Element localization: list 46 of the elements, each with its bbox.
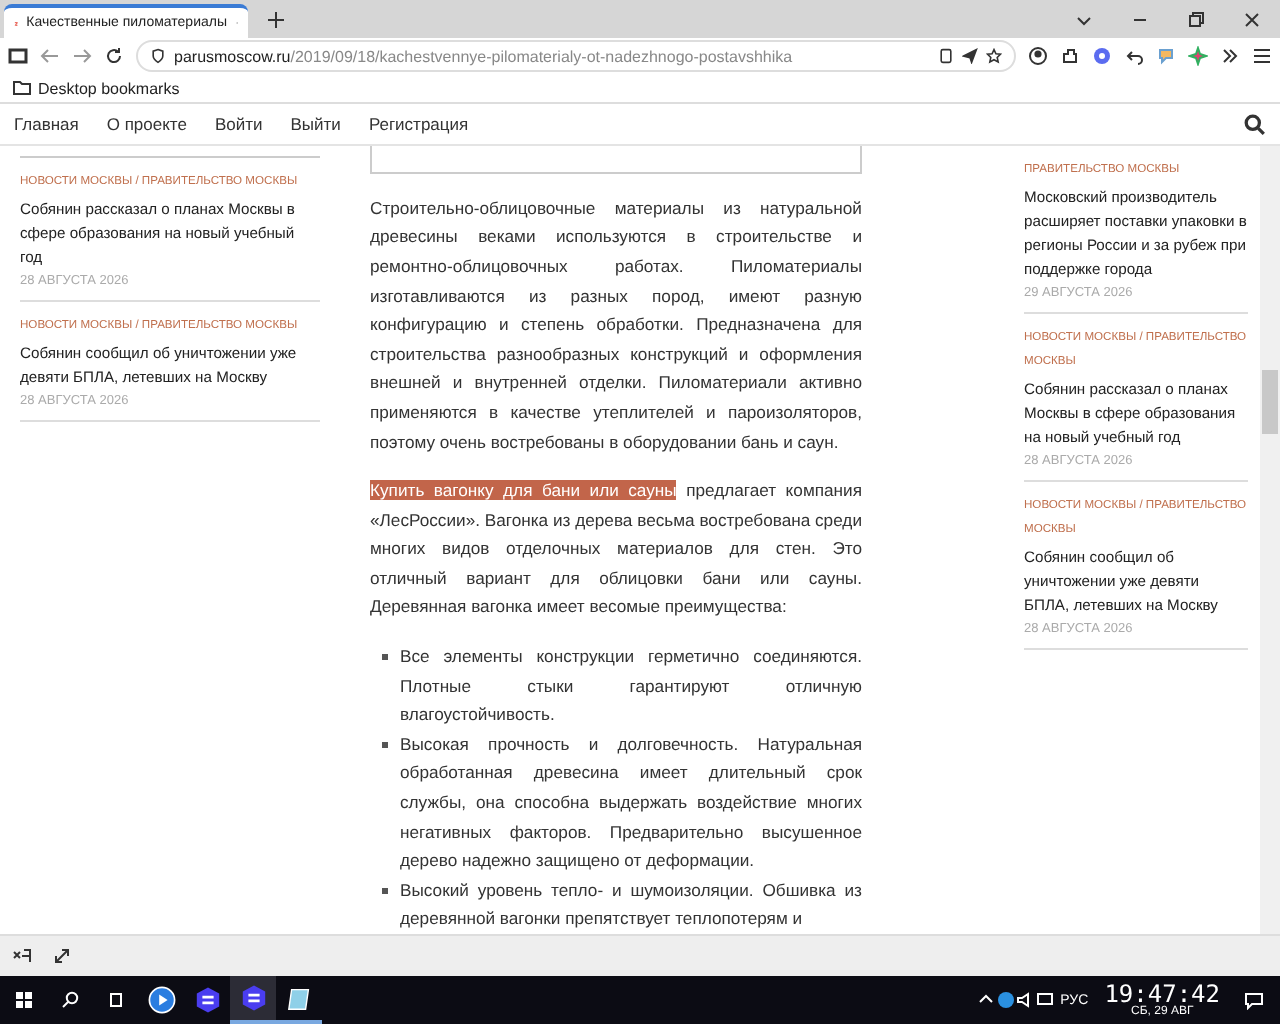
nav-link[interactable]: Регистрация [354,114,483,134]
sidebar-icon[interactable] [8,46,28,66]
article-link[interactable]: Купить вагонку для бани или сауны [370,480,677,501]
notification-icon[interactable] [1244,990,1264,1010]
expand-icon[interactable] [52,946,72,966]
back-icon[interactable] [40,46,60,66]
list-item: Высокая прочность и долговечность. Натуральная обработанная древесина имеет длительный срок службы, она способна выдержать воздействие многих негативных факторов. Предварительно высушенное дерево надежно защищено от деформации. [370,729,862,876]
address-bar[interactable]: parusmoscow.ru/2019/09/18/kachestvennye-pilomaterialy-ot-nadezhnogo-postavshhika [136,40,1016,72]
taskbar-app[interactable] [230,976,276,1024]
screenshot-icon[interactable] [12,946,32,966]
scrollbar[interactable] [1260,146,1280,934]
task-view-icon[interactable] [105,990,125,1010]
tray-app-icon[interactable] [996,990,1017,1010]
article-paragraph: Строительно-облицовочные материалы из натуральной древесины веками используются в строительстве и ремонтно-облицовочных работах. Пиломатериалы изготавливаются из разных пород, имеют разную конфигурацию и степень обработки. Предназначена для строительства разнообразных конструкций и оформления внешней и внутренней отделки. Пиломатериали активно применяются в качестве утеплителей и пароизоляторов, поэтому очень востребованы в оборудовании бань и саун. [370,195,862,456]
network-icon[interactable] [1036,990,1057,1010]
more-tools-icon[interactable] [1220,46,1240,66]
star-icon[interactable] [986,48,1002,64]
reload-icon[interactable] [104,46,124,66]
windows-icon[interactable] [13,990,33,1010]
nav-link[interactable]: Выйти [276,114,355,134]
bookmark-folder[interactable]: Desktop bookmarks [38,79,180,97]
search-icon[interactable] [1244,113,1266,135]
list-item: Высокий уровень тепло- и шумоизоляции. Обшивка из деревянной вагонки препятствует теплопотерям и [370,875,862,934]
list-item: Все элементы конструкции герметично соединяются. Плотные стыки гарантируют отличную влагоустойчивость. [370,642,862,730]
extensions-icon[interactable] [1060,46,1080,66]
shield-icon [150,48,166,64]
nav-link[interactable]: Главная [14,114,93,134]
folder-icon [12,78,32,98]
notepad-icon[interactable] [285,984,313,1012]
app-icon[interactable] [193,986,221,1014]
restore-icon[interactable] [1186,9,1206,29]
chat-icon[interactable] [1156,46,1176,66]
account-icon[interactable] [1028,46,1048,66]
search-icon[interactable] [59,990,79,1010]
plus-icon[interactable] [266,9,286,29]
app-icon[interactable] [239,984,267,1012]
article-paragraph: Купить вагонку для бани или сауны предлагает компания «ЛесРоссии». Вагонка из дерева весьма востребована среди многих видов отделочных материалов для стен. Это отличный вариант для облицовки бани или сауны. Деревянная вагонка имеет весомые преимущества: [370,478,862,621]
send-icon[interactable] [962,48,978,64]
nav-link[interactable]: О проекте [92,114,201,134]
undo-icon[interactable] [1124,46,1144,66]
nav-link[interactable]: Войти [200,114,277,134]
profile-icon[interactable] [1092,46,1112,66]
forward-icon[interactable] [72,46,92,66]
play-icon[interactable] [147,986,175,1014]
menu-icon[interactable] [1252,46,1272,66]
reader-icon[interactable] [938,48,954,64]
